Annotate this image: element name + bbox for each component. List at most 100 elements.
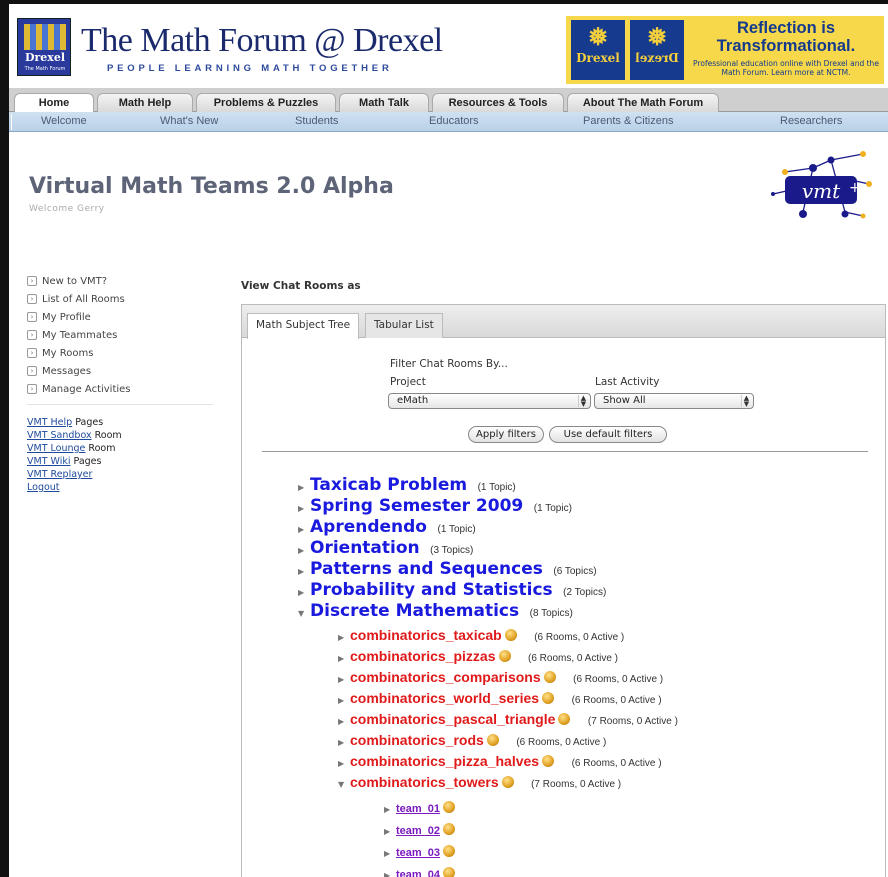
subject-name[interactable]: Patterns and Sequences	[310, 559, 543, 579]
subject-name[interactable]: Orientation	[310, 538, 420, 558]
topic-name[interactable]: combinatorics_pizza_halves	[350, 753, 539, 769]
tab-about[interactable]: About The Math Forum	[567, 93, 719, 112]
sidebar-item-all-rooms[interactable]: › List of All Rooms	[27, 290, 217, 308]
coin-icon	[443, 801, 456, 813]
collapse-arrow-icon[interactable]: ▼	[338, 780, 350, 789]
expand-arrow-icon[interactable]: ▶	[298, 567, 310, 576]
room-link[interactable]: team_03	[396, 847, 440, 859]
tree-topic-row-expanded[interactable]: ▼ combinatorics_towers (7 Rooms, 0 Active…	[338, 774, 621, 790]
expand-arrow-icon[interactable]: ▶	[384, 871, 396, 877]
coin-icon	[504, 629, 517, 641]
logout-link[interactable]: Logout	[27, 482, 60, 493]
sidebar-item-my-profile[interactable]: › My Profile	[27, 308, 217, 326]
sidebar-item-my-teammates[interactable]: › My Teammates	[27, 326, 217, 344]
expand-arrow-icon[interactable]: ▶	[298, 504, 310, 513]
expand-arrow-icon[interactable]: ▶	[338, 759, 350, 768]
vmt-help-link[interactable]: VMT Help	[27, 417, 72, 428]
tree-topic-row[interactable]: ▶ combinatorics_pizzas (6 Rooms, 0 Active…	[338, 648, 618, 664]
tree-subject-row[interactable]: ▶ Probability and Statistics (2 Topics)	[298, 580, 606, 600]
tab-math-help[interactable]: Math Help	[97, 93, 193, 112]
tree-topic-row[interactable]: ▶ combinatorics_world_series (6 Rooms, 0 …	[338, 690, 662, 706]
expand-arrow-icon[interactable]: ▶	[338, 654, 350, 663]
room-link[interactable]: team_04	[396, 869, 440, 877]
sidebar-link-logout: Logout	[27, 481, 217, 494]
subnav-welcome[interactable]: Welcome	[41, 115, 87, 127]
site-title[interactable]: The Math Forum @ Drexel	[81, 22, 443, 60]
expand-arrow-icon[interactable]: ▶	[338, 717, 350, 726]
subject-name[interactable]: Probability and Statistics	[310, 580, 553, 600]
subnav-parents-citizens[interactable]: Parents & Citizens	[583, 115, 673, 127]
expand-arrow-icon[interactable]: ▶	[384, 805, 396, 814]
apply-filters-button[interactable]: Apply filters	[468, 426, 544, 443]
tree-room-row[interactable]: ▶ team_02	[384, 822, 456, 837]
expand-arrow-icon[interactable]: ▶	[298, 483, 310, 492]
subnav-researchers[interactable]: Researchers	[780, 115, 842, 127]
topic-name[interactable]: combinatorics_world_series	[350, 690, 539, 706]
sidebar-item-manage-activities[interactable]: › Manage Activities	[27, 380, 217, 398]
vmt-wiki-link[interactable]: VMT Wiki	[27, 456, 70, 467]
ad-headline: Reflection is Transformational.	[716, 19, 856, 55]
tree-topic-row[interactable]: ▶ combinatorics_comparisons (6 Rooms, 0 A…	[338, 669, 663, 685]
tab-tabular-list[interactable]: Tabular List	[365, 313, 443, 338]
subject-count: (2 Topics)	[563, 587, 607, 598]
last-activity-select-value: Show All	[603, 395, 646, 406]
tab-problems-puzzles[interactable]: Problems & Puzzles	[196, 93, 336, 112]
sidebar-item-messages[interactable]: › Messages	[27, 362, 217, 380]
tree-room-row[interactable]: ▶ team_01	[384, 800, 456, 815]
tree-subject-row[interactable]: ▶ Spring Semester 2009 (1 Topic)	[298, 496, 572, 516]
use-default-filters-button[interactable]: Use default filters	[549, 426, 667, 443]
tree-room-row[interactable]: ▶ team_03	[384, 844, 456, 859]
expand-arrow-icon[interactable]: ▶	[298, 588, 310, 597]
math-forum-logo[interactable]: Drexel The Math Forum	[17, 18, 71, 76]
expand-arrow-icon[interactable]: ▶	[298, 546, 310, 555]
topic-name[interactable]: combinatorics_comparisons	[350, 669, 541, 685]
room-link[interactable]: team_02	[396, 825, 440, 837]
tab-resources-tools[interactable]: Resources & Tools	[432, 93, 564, 112]
topic-name[interactable]: combinatorics_pascal_triangle	[350, 711, 555, 727]
subject-name[interactable]: Taxicab Problem	[310, 475, 467, 495]
vmt-sandbox-link[interactable]: VMT Sandbox	[27, 430, 92, 441]
ad-fine-print: Professional education online with Drexe…	[693, 59, 879, 77]
tab-math-talk[interactable]: Math Talk	[339, 93, 429, 112]
topic-count: (6 Rooms, 0 Active )	[527, 653, 619, 664]
expand-arrow-icon[interactable]: ▶	[298, 525, 310, 534]
vmt-lounge-link[interactable]: VMT Lounge	[27, 443, 85, 454]
expand-arrow-icon[interactable]: ▶	[338, 738, 350, 747]
tree-subject-row-expanded[interactable]: ▼ Discrete Mathematics (8 Topics)	[298, 601, 573, 621]
topic-name[interactable]: combinatorics_taxicab	[350, 627, 502, 643]
sidebar-item-new-to-vmt[interactable]: › New to VMT?	[27, 272, 217, 290]
expand-arrow-icon[interactable]: ▶	[338, 696, 350, 705]
subject-name[interactable]: Aprendendo	[310, 517, 427, 537]
subject-name[interactable]: Spring Semester 2009	[310, 496, 523, 516]
topic-name[interactable]: combinatorics_rods	[350, 732, 484, 748]
tree-topic-row[interactable]: ▶ combinatorics_taxicab (6 Rooms, 0 Activ…	[338, 627, 624, 643]
tree-subject-row[interactable]: ▶ Patterns and Sequences (6 Topics)	[298, 559, 597, 579]
tree-topic-row[interactable]: ▶ combinatorics_rods (6 Rooms, 0 Active )	[338, 732, 606, 748]
tab-home[interactable]: Home	[14, 93, 94, 113]
expand-arrow-icon[interactable]: ▶	[384, 849, 396, 858]
tree-subject-row[interactable]: ▶ Orientation (3 Topics)	[298, 538, 473, 558]
svg-text:+: +	[849, 180, 861, 196]
tree-room-row[interactable]: ▶ team_04	[384, 866, 456, 877]
last-activity-select[interactable]: Show All ▲ ▼	[594, 393, 754, 409]
tab-math-subject-tree[interactable]: Math Subject Tree	[247, 313, 360, 339]
expand-arrow-icon[interactable]: ▶	[384, 827, 396, 836]
project-select[interactable]: eMath ▲ ▼	[388, 393, 591, 409]
subnav-students[interactable]: Students	[295, 115, 338, 127]
subnav-whats-new[interactable]: What's New	[160, 115, 218, 127]
vmt-replayer-link[interactable]: VMT Replayer	[27, 469, 92, 480]
subject-name[interactable]: Discrete Mathematics	[310, 601, 519, 621]
topic-name[interactable]: combinatorics_pizzas	[350, 648, 496, 664]
tree-topic-row[interactable]: ▶ combinatorics_pizza_halves (6 Rooms, 0 …	[338, 753, 662, 769]
topic-name[interactable]: combinatorics_towers	[350, 774, 499, 790]
collapse-arrow-icon[interactable]: ▼	[298, 609, 310, 618]
sidebar-item-my-rooms[interactable]: › My Rooms	[27, 344, 217, 362]
ad-banner[interactable]: ❅ Drexel ❅ Drexel Reflection is Transforma…	[566, 16, 884, 84]
expand-arrow-icon[interactable]: ▶	[338, 675, 350, 684]
subnav-educators[interactable]: Educators	[429, 115, 479, 127]
tree-subject-row[interactable]: ▶ Aprendendo (1 Topic)	[298, 517, 476, 537]
expand-arrow-icon[interactable]: ▶	[338, 633, 350, 642]
tree-topic-row[interactable]: ▶ combinatorics_pascal_triangle (7 Rooms,…	[338, 711, 678, 727]
room-link[interactable]: team_01	[396, 803, 440, 815]
tree-subject-row[interactable]: ▶ Taxicab Problem (1 Topic)	[298, 475, 516, 495]
